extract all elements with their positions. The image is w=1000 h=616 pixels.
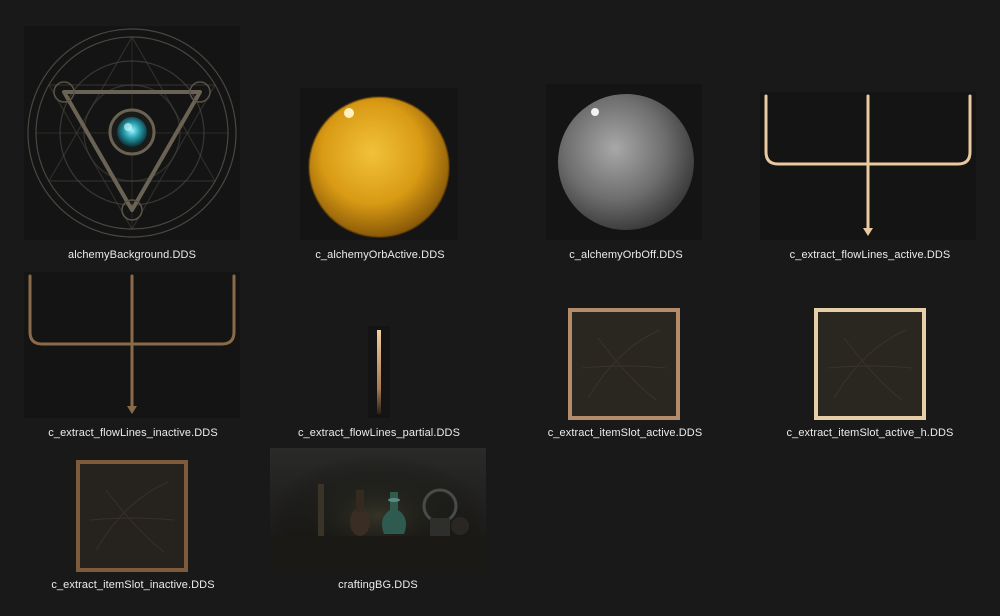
file-name: c_extract_flowLines_active.DDS: [789, 249, 951, 261]
item-slot-active-h-thumbnail: [814, 308, 926, 420]
file-explorer-grid: { "files": [ {"name": "alchemyBackground…: [0, 0, 1000, 616]
item-slot-inactive-thumbnail: [76, 460, 188, 572]
file-name: c_extract_itemSlot_active_h.DDS: [786, 427, 954, 439]
flow-lines-active-thumbnail: [760, 92, 976, 240]
file-name: craftingBG.DDS: [338, 579, 418, 591]
file-name: c_extract_flowLines_inactive.DDS: [48, 427, 218, 439]
file-name: c_extract_itemSlot_active.DDS: [547, 427, 703, 439]
file-name: c_extract_itemSlot_inactive.DDS: [51, 579, 215, 591]
file-name: alchemyBackground.DDS: [67, 249, 197, 261]
flow-lines-inactive-thumbnail: [24, 272, 240, 418]
golden-orb-thumbnail: [300, 88, 458, 240]
file-name: c_extract_flowLines_partial.DDS: [297, 427, 461, 439]
magic-circle-thumbnail: [24, 26, 240, 240]
file-name: c_alchemyOrbOff.DDS: [569, 249, 683, 261]
crafting-background-thumbnail: [270, 448, 486, 572]
grey-orb-thumbnail: [546, 84, 702, 240]
item-slot-active-thumbnail: [568, 308, 680, 420]
flow-line-partial-thumbnail: [368, 326, 390, 418]
file-name: c_alchemyOrbActive.DDS: [315, 249, 445, 261]
